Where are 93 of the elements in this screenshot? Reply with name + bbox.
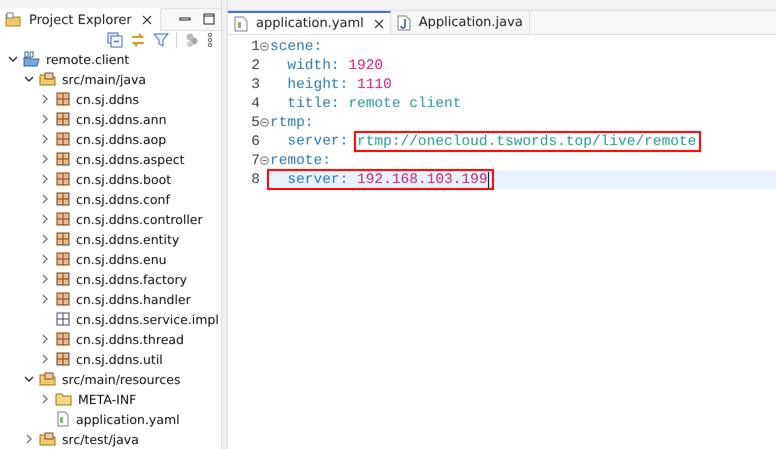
package-icon	[55, 291, 71, 307]
tree-item[interactable]: src/main/resources	[61, 372, 182, 386]
collapsed-chevron-icon[interactable]	[40, 394, 50, 404]
collapsed-chevron-icon[interactable]	[40, 194, 50, 204]
package-folder-icon	[39, 71, 57, 87]
package-folder-icon	[39, 431, 57, 447]
project-folder-icon	[23, 51, 41, 67]
tree-item[interactable]: cn.sj.ddns.service.impl	[75, 312, 220, 326]
package-icon	[55, 231, 71, 247]
text-cursor	[488, 172, 490, 188]
collapsed-chevron-icon[interactable]	[40, 154, 50, 164]
file-icon	[55, 411, 71, 427]
package-icon	[55, 211, 71, 227]
tree-item[interactable]: cn.sj.ddns.entity	[75, 232, 180, 246]
package-icon	[55, 251, 71, 267]
collapsed-chevron-icon[interactable]	[40, 214, 50, 224]
tree-item[interactable]: src/test/java	[61, 432, 140, 446]
yaml-value: 1110	[356, 76, 392, 92]
collapsed-chevron-icon[interactable]	[24, 434, 34, 444]
package-icon	[55, 91, 71, 107]
yaml-key: width:	[270, 58, 340, 74]
editor-tab[interactable]: Application.java	[390, 11, 530, 34]
collapsed-chevron-icon[interactable]	[40, 294, 50, 304]
package-icon	[55, 111, 71, 127]
folder-icon	[5, 12, 21, 28]
tree-item[interactable]: application.yaml	[75, 412, 181, 426]
folder-icon	[55, 391, 73, 407]
empty-package-icon	[55, 311, 71, 327]
close-icon[interactable]	[142, 15, 152, 26]
line-number: 3	[250, 76, 260, 92]
collapse-all-icon[interactable]	[107, 32, 123, 48]
yaml-value: 192.168.103.199	[357, 172, 488, 188]
tree-item[interactable]: cn.sj.ddns.boot	[75, 172, 172, 186]
expanded-chevron-icon[interactable]	[8, 54, 18, 64]
collapsed-chevron-icon[interactable]	[40, 254, 50, 264]
editor-tab[interactable]: application.yaml	[228, 11, 391, 34]
yaml-key: server:	[270, 172, 358, 188]
yaml-key: scene:	[270, 38, 322, 54]
file-icon	[234, 16, 248, 32]
package-folder-icon	[39, 371, 57, 387]
yaml-value: remote client	[347, 96, 462, 112]
tree-item[interactable]: src/main/java	[61, 72, 148, 86]
tree-item[interactable]: cn.sj.ddns	[75, 92, 140, 106]
tree-item[interactable]: cn.sj.ddns.util	[75, 352, 164, 366]
yaml-key: title:	[270, 96, 340, 112]
line-number: 6	[250, 134, 260, 150]
yaml-value: 1920	[347, 58, 384, 74]
tree-item[interactable]: cn.sj.ddns.handler	[75, 292, 192, 306]
collapsed-chevron-icon[interactable]	[40, 174, 50, 184]
tree-item[interactable]: cn.sj.ddns.thread	[75, 332, 185, 346]
tree-item[interactable]: cn.sj.ddns.aspect	[75, 152, 186, 166]
line-number: 7	[250, 152, 260, 168]
yaml-key: remote:	[270, 152, 331, 168]
collapsed-chevron-icon[interactable]	[40, 114, 50, 124]
line-number: 5	[250, 114, 260, 130]
tree-item[interactable]: remote.client	[45, 52, 130, 66]
expanded-chevron-icon[interactable]	[24, 374, 34, 384]
tree-item[interactable]: cn.sj.ddns.conf	[75, 192, 171, 206]
tree-item[interactable]: cn.sj.ddns.controller	[75, 212, 204, 226]
collapsed-chevron-icon[interactable]	[40, 234, 50, 244]
more-icon[interactable]	[207, 32, 213, 48]
collapsed-chevron-icon[interactable]	[40, 334, 50, 344]
collapsed-chevron-icon[interactable]	[40, 354, 50, 364]
package-icon	[55, 271, 71, 287]
package-icon	[55, 351, 71, 367]
line-number: 4	[250, 96, 260, 112]
fold-icon[interactable]	[260, 42, 269, 51]
yaml-key: height:	[270, 76, 348, 92]
fold-icon[interactable]	[260, 118, 269, 127]
tree-item[interactable]: cn.sj.ddns.factory	[75, 272, 188, 286]
package-icon	[55, 131, 71, 147]
yaml-value: rtmp://onecloud.tswords.top/live/remote	[354, 131, 702, 152]
close-icon[interactable]	[374, 18, 384, 28]
fold-icon[interactable]	[260, 156, 269, 165]
collapsed-chevron-icon[interactable]	[40, 274, 50, 284]
package-icon	[55, 171, 71, 187]
yaml-key: rtmp:	[270, 114, 314, 130]
package-icon	[55, 151, 71, 167]
package-icon	[55, 191, 71, 207]
collapsed-chevron-icon[interactable]	[40, 134, 50, 144]
maximize-icon[interactable]	[203, 13, 215, 26]
tree-item[interactable]: cn.sj.ddns.enu	[75, 252, 168, 266]
tree-item[interactable]: cn.sj.ddns.ann	[75, 112, 168, 126]
tree-item[interactable]: cn.sj.ddns.aop	[75, 132, 168, 146]
line-number: 1	[250, 38, 260, 54]
java-file-icon	[396, 14, 411, 30]
collapsed-chevron-icon[interactable]	[40, 94, 50, 104]
line-number: 2	[250, 58, 260, 74]
filter-icon[interactable]	[153, 32, 169, 48]
explorer-tab[interactable]: Project Explorer	[0, 8, 161, 31]
tree-item[interactable]: META-INF	[77, 392, 138, 406]
expanded-chevron-icon[interactable]	[24, 74, 34, 84]
package-icon	[55, 331, 71, 347]
